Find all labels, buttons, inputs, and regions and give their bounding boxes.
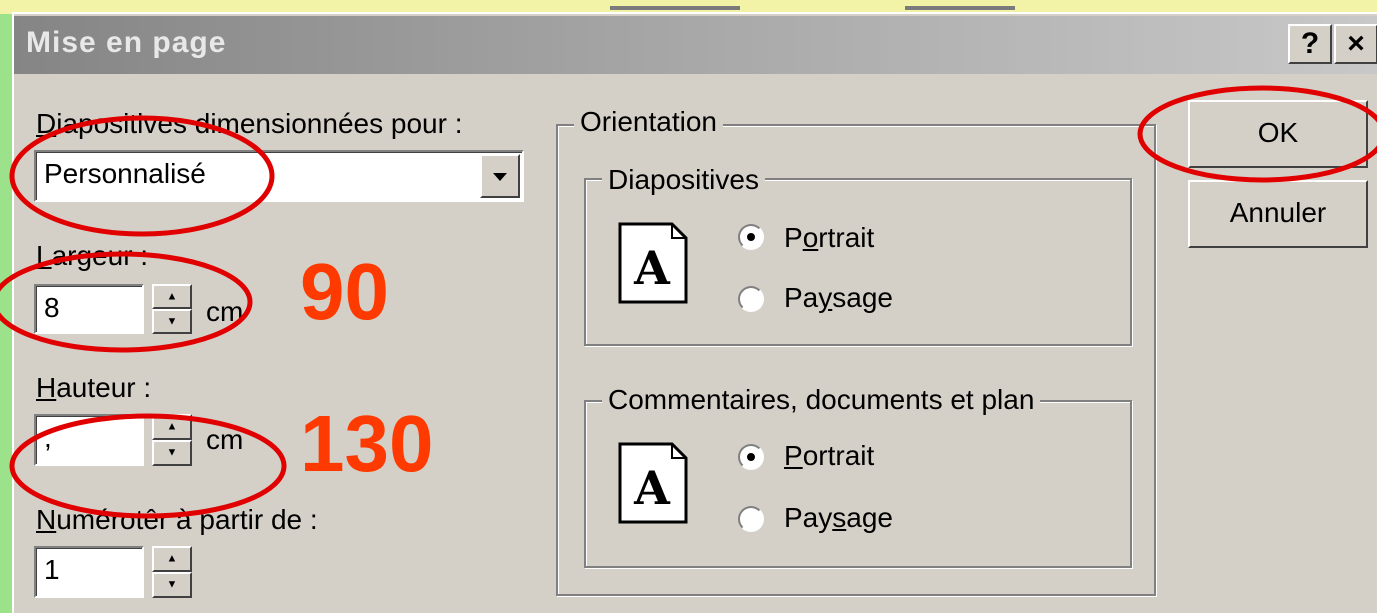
slide-strip-mark [610,6,740,10]
triangle-down-icon: ▼ [166,446,178,459]
numbering-value: 1 [44,554,60,585]
numbering-input[interactable]: 1 [34,546,144,598]
dropdown-button[interactable] [480,154,520,198]
height-annotation: 130 [300,399,434,488]
dialog-title: Mise en page [26,26,227,59]
height-label: Hauteur : [36,372,152,403]
notes-landscape-label[interactable]: Paysage [784,502,893,534]
orientation-title: Orientation [574,106,723,138]
triangle-down-icon: ▼ [166,578,178,591]
height-unit: cm [206,424,244,455]
height-input[interactable]: , [34,414,144,466]
chevron-down-icon [493,173,507,181]
help-button[interactable]: ? [1288,24,1332,64]
width-unit: cm [206,296,244,327]
slides-portrait-label[interactable]: Portrait [784,222,874,254]
slides-landscape-label[interactable]: Paysage [784,282,893,314]
width-stepper[interactable]: ▲ ▼ [152,284,192,334]
numbering-step-up[interactable]: ▲ [152,546,192,572]
numbering-stepper[interactable]: ▲ ▼ [152,546,192,598]
width-label: Largeur : [36,240,149,271]
height-stepper[interactable]: ▲ ▼ [152,414,192,466]
slides-orientation-title: Diapositives [602,164,765,196]
slide-size-select[interactable]: Personnalisé [34,150,524,202]
slide-size-label: Diapositives dimensionnées pour : [36,108,463,139]
notes-landscape-radio[interactable] [738,506,764,532]
width-value: 8 [44,292,60,323]
close-button[interactable]: × [1334,24,1377,64]
notes-portrait-label[interactable]: Portrait [784,440,874,472]
width-step-down[interactable]: ▼ [152,309,192,334]
height-step-down[interactable]: ▼ [152,440,192,466]
ok-button[interactable]: OK [1188,100,1368,168]
cancel-button[interactable]: Annuler [1188,180,1368,248]
svg-text:A: A [633,461,671,515]
height-value: , [44,422,52,453]
width-step-up[interactable]: ▲ [152,284,192,309]
numbering-label: Numérotêr à partir de : [36,504,318,535]
triangle-up-icon: ▲ [166,290,178,302]
slides-portrait-radio[interactable] [738,224,764,250]
numbering-step-down[interactable]: ▼ [152,572,192,598]
width-annotation: 90 [300,247,389,336]
triangle-up-icon: ▲ [166,420,178,433]
triangle-down-icon: ▼ [166,315,178,327]
slide-size-value: Personnalisé [44,158,206,189]
height-step-up[interactable]: ▲ [152,414,192,440]
notes-orientation-title: Commentaires, documents et plan [602,384,1041,416]
portrait-page-icon: A [618,222,688,304]
notes-portrait-radio[interactable] [738,444,764,470]
width-input[interactable]: 8 [34,284,144,334]
slides-landscape-radio[interactable] [738,286,764,312]
portrait-page-icon: A [618,442,688,524]
slide-strip-mark [905,6,1015,10]
svg-text:A: A [633,241,671,295]
triangle-up-icon: ▲ [166,552,178,565]
